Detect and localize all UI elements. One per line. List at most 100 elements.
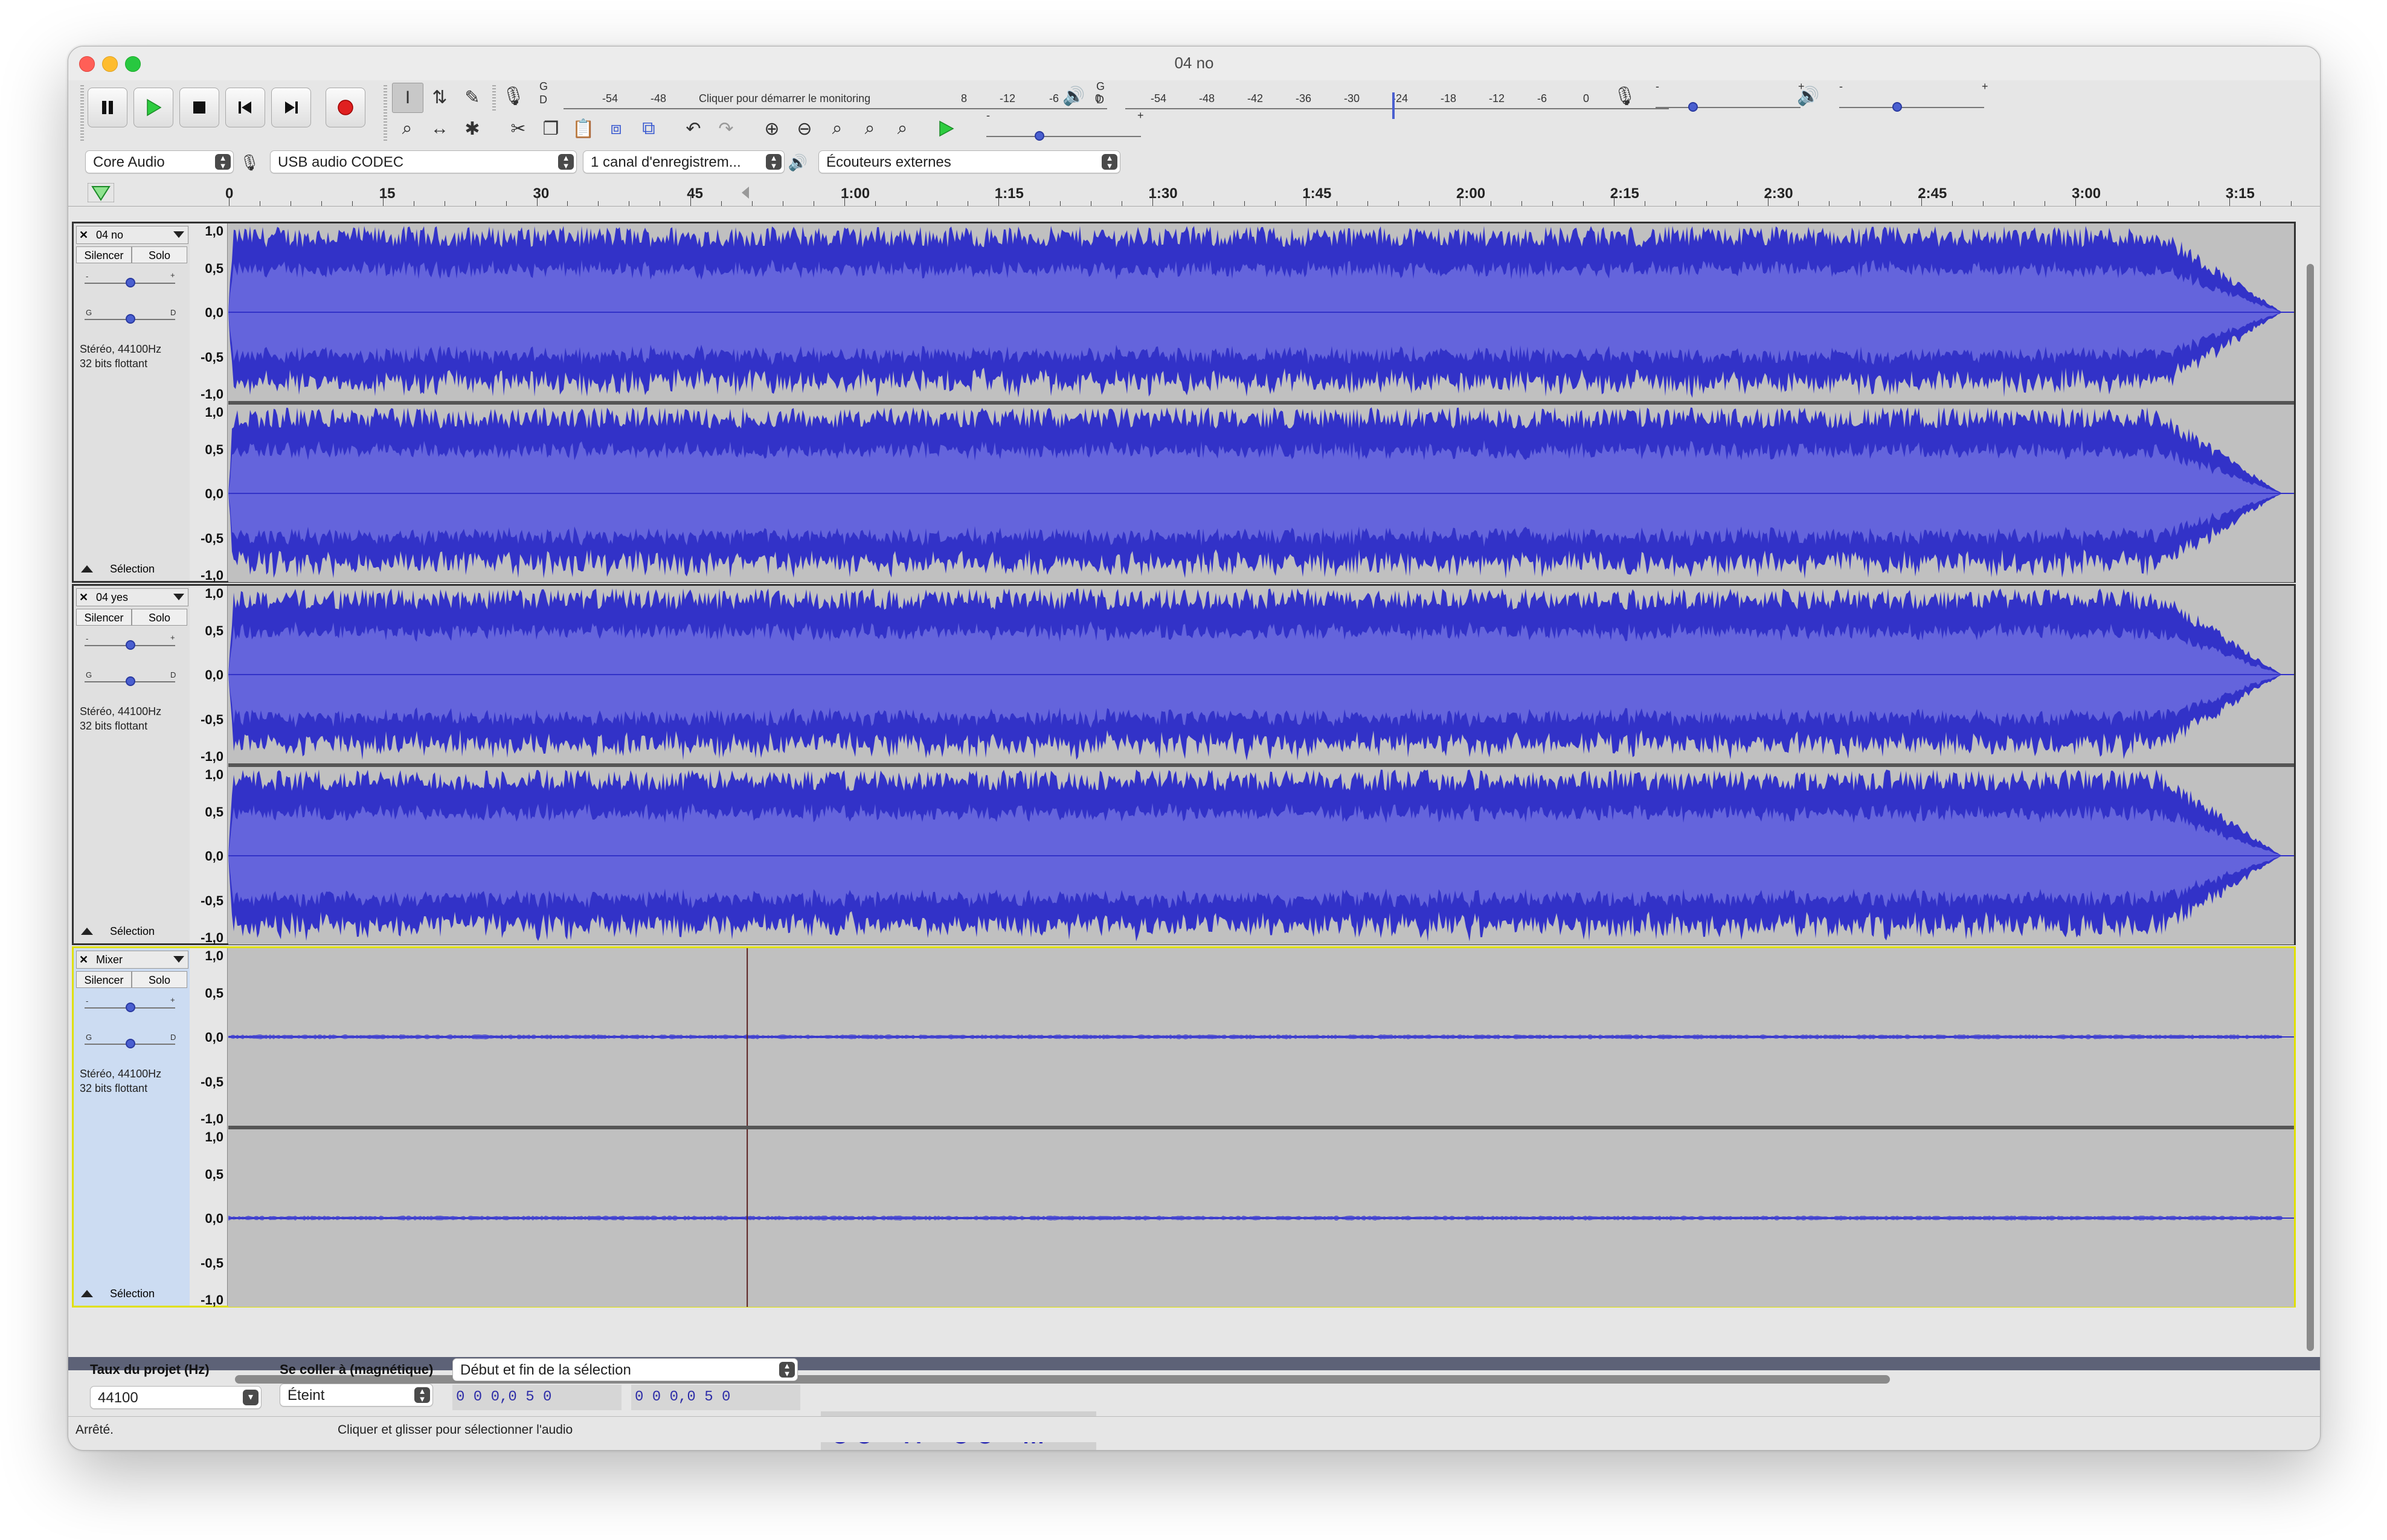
track-format-info: Stéréo, 44100Hz 32 bits flottant [80, 343, 162, 370]
audio-track[interactable]: ✕ 04 no Silencer Solo - + G D Stéréo, 44100Hz 32 … [72, 222, 2296, 583]
timeline-ruler[interactable]: 0 15 30 45 1:00 1:15 1:30 1:45 2:00 2:15 2:30 2:45 3… [68, 178, 2320, 207]
copy-button[interactable]: ❐ [536, 114, 566, 143]
skip-start-icon [239, 101, 251, 114]
audio-host-select[interactable]: Core Audio ▲ ▼ [85, 150, 234, 173]
record-button[interactable] [326, 88, 365, 127]
vertical-ruler[interactable]: 1,0 0,5 0,0 -0,5 -1,0 1,0 0,5 0,0 -0,5 -1,0 [190, 223, 228, 583]
chevron-down-icon[interactable] [173, 231, 184, 238]
left-channel-waveform[interactable] [228, 948, 2294, 1126]
mute-button[interactable]: Silencer [76, 971, 132, 988]
chevron-down-icon[interactable] [173, 594, 184, 600]
play-button[interactable] [133, 88, 173, 127]
amplitude-label: -1,0 [201, 930, 223, 945]
selection-end-time[interactable]: 0 0 0,0 5 0 secondes ▾ [631, 1385, 800, 1430]
close-icon[interactable]: ✕ [79, 589, 88, 606]
timeline-options-button[interactable] [87, 182, 115, 205]
gain-slider-knob[interactable] [126, 1003, 135, 1012]
fit-project-button[interactable]: ⌕ [855, 114, 885, 143]
record-volume-knob[interactable] [1688, 102, 1698, 112]
draw-tool-button[interactable]: ✎ [457, 83, 487, 112]
selection-start-time[interactable]: 0 0 0,0 5 0 secondes ▾ [452, 1385, 622, 1430]
fit-selection-button[interactable]: ⌕ [822, 114, 852, 143]
audio-track[interactable]: ✕ Mixer Silencer Solo - + G D Stéréo, 44100Hz 32 … [72, 946, 2296, 1307]
track-name-button[interactable]: ✕ 04 no [76, 226, 188, 244]
envelope-tool-button[interactable]: ⇅ [425, 83, 455, 112]
toolbar-grip[interactable] [80, 85, 84, 142]
gain-slider-knob[interactable] [126, 278, 135, 287]
solo-button[interactable]: Solo [132, 246, 187, 263]
play-at-speed-button[interactable] [931, 114, 961, 143]
input-device-select[interactable]: USB audio CODEC ▲ ▼ [270, 150, 577, 173]
undo-button[interactable]: ↶ [678, 114, 708, 143]
redo-button[interactable]: ↷ [711, 114, 741, 143]
waveform-graphic [228, 948, 2294, 1126]
playback-volume-slider[interactable]: - + [1839, 80, 1996, 98]
playback-volume-knob[interactable] [1892, 102, 1902, 112]
collapse-icon[interactable] [81, 565, 93, 573]
snap-to-select[interactable]: Éteint ▲ ▼ [280, 1384, 433, 1407]
toolbar-grip[interactable] [384, 85, 387, 142]
right-channel-waveform[interactable] [228, 767, 2294, 945]
track-control-panel[interactable]: ✕ Mixer Silencer Solo - + G D Stéréo, 44100Hz 32 … [74, 948, 190, 1306]
collapse-icon[interactable] [81, 1290, 93, 1297]
solo-button[interactable]: Solo [132, 971, 187, 988]
play-speed-slider[interactable]: - + [986, 109, 1149, 127]
skip-to-start-button[interactable] [225, 88, 265, 127]
stop-button[interactable] [179, 88, 219, 127]
zoom-in-button[interactable]: ⊕ [757, 114, 787, 143]
left-channel-waveform[interactable] [228, 223, 2294, 401]
selection-tool-button[interactable]: I [392, 83, 423, 113]
zoom-toggle-button[interactable]: ⌕ [887, 114, 917, 143]
zoom-out-button[interactable]: ⊖ [789, 114, 820, 143]
time-shift-tool-button[interactable]: ↔ [425, 114, 455, 143]
close-icon[interactable]: ✕ [79, 226, 88, 243]
right-channel-waveform[interactable] [228, 405, 2294, 582]
paste-button[interactable]: 📋 [568, 114, 599, 143]
select-track-button[interactable]: Sélection [76, 1285, 167, 1302]
select-track-button[interactable]: Sélection [76, 560, 167, 577]
gain-slider-knob[interactable] [126, 640, 135, 650]
vertical-ruler[interactable]: 1,0 0,5 0,0 -0,5 -1,0 1,0 0,5 0,0 -0,5 -1,0 [190, 586, 228, 945]
left-channel-waveform[interactable] [228, 586, 2294, 763]
project-rate-select[interactable]: 44100 ▾ [90, 1386, 262, 1409]
silence-button[interactable]: ⧉ [634, 114, 664, 143]
track-control-panel[interactable]: ✕ 04 no Silencer Solo - + G D Stéréo, 44100Hz 32 … [74, 223, 190, 581]
playback-meter-button[interactable]: 🔊 [1059, 82, 1089, 111]
vertical-scrollbar[interactable] [2304, 222, 2316, 1351]
mute-button[interactable]: Silencer [76, 609, 132, 626]
audio-track[interactable]: ✕ 04 yes Silencer Solo - + G D Stéréo, 44100Hz 32… [72, 584, 2296, 945]
track-name-button[interactable]: ✕ 04 yes [76, 588, 188, 606]
select-track-button[interactable]: Sélection [76, 923, 167, 940]
solo-button[interactable]: Solo [132, 609, 187, 626]
output-device-select[interactable]: Écouteurs externes ▲ ▼ [818, 150, 1120, 173]
timeline-minor-tick [1398, 201, 1399, 206]
toolbar-grip[interactable] [492, 85, 496, 111]
pan-slider-knob[interactable] [126, 314, 135, 324]
pan-slider-knob[interactable] [126, 1039, 135, 1048]
trim-button[interactable]: ⧈ [601, 114, 631, 143]
multi-tool-button[interactable]: ✱ [457, 114, 487, 143]
zoom-tool-button[interactable]: ⌕ [392, 114, 422, 143]
timeline-tick-label: 2:15 [1610, 185, 1639, 202]
collapse-icon[interactable] [81, 928, 93, 935]
close-icon[interactable]: ✕ [79, 951, 88, 968]
cut-button[interactable]: ✂ [503, 114, 533, 143]
record-volume-slider[interactable]: - + [1656, 80, 1813, 98]
skip-to-end-button[interactable] [271, 88, 311, 127]
play-speed-knob[interactable] [1035, 131, 1044, 141]
vertical-scroll-thumb[interactable] [2307, 264, 2314, 1351]
mute-button[interactable]: Silencer [76, 246, 132, 263]
selection-mode-select[interactable]: Début et fin de la sélection ▲ ▼ [452, 1358, 798, 1381]
timeline-minor-tick [1736, 201, 1738, 206]
monitoring-hint[interactable]: Cliquer pour démarrer le monitoring [699, 92, 870, 105]
undo-icon: ↶ [686, 118, 701, 139]
record-meter-button[interactable]: 🎙 [498, 82, 528, 111]
track-name-button[interactable]: ✕ Mixer [76, 951, 188, 969]
pan-slider-knob[interactable] [126, 676, 135, 686]
track-control-panel[interactable]: ✕ 04 yes Silencer Solo - + G D Stéréo, 44100Hz 32… [74, 586, 190, 943]
pause-button[interactable] [88, 88, 127, 127]
vertical-ruler[interactable]: 1,0 0,5 0,0 -0,5 -1,0 1,0 0,5 0,0 -0,5 -1,0 [190, 948, 228, 1307]
right-channel-waveform[interactable] [228, 1129, 2294, 1307]
chevron-down-icon[interactable] [173, 956, 184, 963]
channels-select[interactable]: 1 canal d'enregistrem... ▲ ▼ [583, 150, 785, 173]
